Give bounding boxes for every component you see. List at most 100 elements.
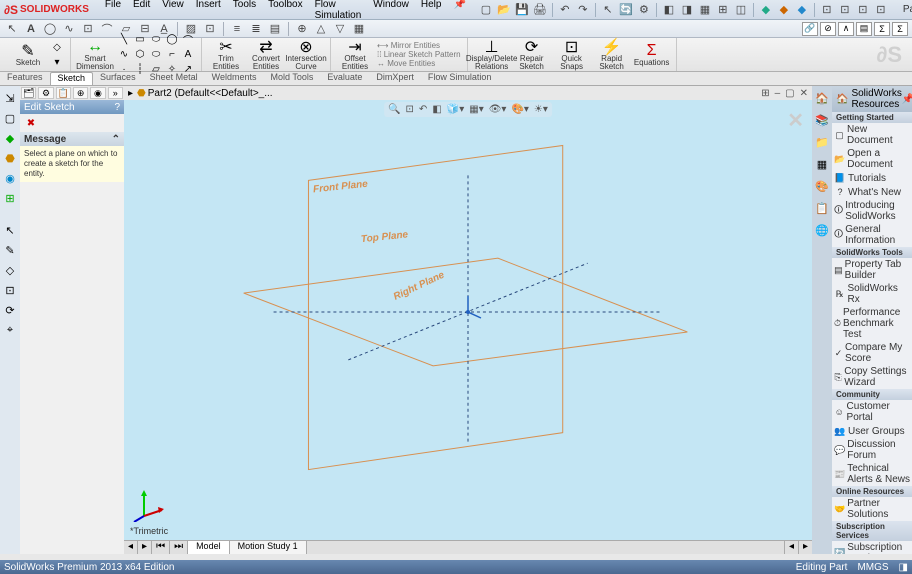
tab-sheet-metal[interactable]: Sheet Metal <box>143 72 205 85</box>
display-delete-relations-button[interactable]: ⊥ Display/DeleteRelations <box>472 38 512 72</box>
slot-icon[interactable]: ⬭ <box>149 33 163 47</box>
intersection-curve-button[interactable]: ⊗ IntersectionCurve <box>286 38 326 72</box>
task-item[interactable]: 🤝Partner Solutions <box>832 497 912 521</box>
weld-icon[interactable]: ⌒ <box>99 21 115 37</box>
cancel-icon[interactable]: ✖ <box>24 116 38 130</box>
fm-overflow-icon[interactable]: » <box>108 87 123 99</box>
layer-icon[interactable]: ▤ <box>267 21 283 37</box>
tool-icon[interactable]: ⊡ <box>819 2 835 18</box>
print-icon[interactable]: 🖨 <box>532 2 548 18</box>
task-item[interactable]: ☺Customer Portal <box>832 400 912 424</box>
tool-icon[interactable]: ◉ <box>2 170 18 186</box>
doc-tab[interactable]: ⬣ Part2 (Default<<Default>_... <box>137 88 273 99</box>
polygon-icon[interactable]: ⬡ <box>133 48 147 62</box>
move-entities[interactable]: ↔ Move Entities <box>377 59 461 68</box>
front-plane-edge[interactable] <box>308 146 562 470</box>
fm-display-icon[interactable]: ◉ <box>90 87 105 99</box>
menu-insert[interactable]: Insert <box>190 0 227 23</box>
menu-tools[interactable]: Tools <box>227 0 262 23</box>
window-split-icon[interactable]: ⊞ <box>761 88 769 99</box>
online-icon[interactable]: 🌐 <box>814 222 830 238</box>
flyout-expand-icon[interactable]: ▸ <box>128 88 137 99</box>
task-item[interactable]: 💬Discussion Forum <box>832 438 912 462</box>
tool-icon[interactable]: ⊡ <box>2 282 18 298</box>
note-icon[interactable]: A <box>23 21 39 37</box>
tool-icon[interactable]: ◧ <box>661 2 677 18</box>
tool-icon[interactable]: ∧ <box>838 22 854 36</box>
view-triad[interactable] <box>132 488 166 522</box>
task-item[interactable]: 🔄Subscription Services <box>832 541 912 554</box>
linked-icon[interactable]: 🔗 <box>802 22 818 36</box>
tab-features[interactable]: Features <box>0 72 50 85</box>
fillet-icon[interactable]: ⌐ <box>165 48 179 62</box>
bottom-tab-nav[interactable]: ⏮ <box>152 541 170 554</box>
table-icon[interactable]: ▦ <box>351 21 367 37</box>
trim-entities-button[interactable]: ✂ TrimEntities <box>206 38 246 72</box>
sigma-icon[interactable]: Σ <box>892 22 908 36</box>
scroll-right-icon[interactable]: ▸ <box>798 541 812 554</box>
menu-window[interactable]: Window <box>367 0 415 23</box>
tool-icon[interactable]: ⊡ <box>855 2 871 18</box>
redo-icon[interactable]: ↷ <box>575 2 591 18</box>
linear-pattern[interactable]: ⁞⁞ Linear Sketch Pattern <box>377 50 461 59</box>
help-icon[interactable]: ? <box>114 102 120 113</box>
rect-icon[interactable]: ▭ <box>133 33 147 47</box>
tab-evaluate[interactable]: Evaluate <box>320 72 369 85</box>
tool-icon[interactable]: ▦ <box>697 2 713 18</box>
select-icon[interactable]: ↖ <box>600 2 616 18</box>
surface-icon[interactable]: ∿ <box>61 21 77 37</box>
task-item[interactable]: 📰Technical Alerts & News <box>832 462 912 486</box>
rebuild-icon[interactable]: 🔄 <box>618 2 634 18</box>
custom-props-icon[interactable]: 📋 <box>814 200 830 216</box>
menu-pin-icon[interactable]: 📌 <box>447 0 471 23</box>
tool-icon[interactable]: ▢ <box>2 110 18 126</box>
tool-icon[interactable]: ⌖ <box>2 322 18 338</box>
undo-icon[interactable]: ↶ <box>557 2 573 18</box>
file-explorer-icon[interactable]: 📁 <box>814 134 830 150</box>
pushpin-icon[interactable]: 📌 <box>902 94 912 105</box>
circle-icon[interactable]: ◯ <box>165 33 179 47</box>
equations-button[interactable]: Σ Equations <box>632 42 672 68</box>
resources-icon[interactable]: 🏠 <box>814 90 830 106</box>
tab-weldments[interactable]: Weldments <box>205 72 264 85</box>
revision-icon[interactable]: ▽ <box>332 21 348 37</box>
line-icon[interactable]: ╲ <box>117 33 131 47</box>
design-library-icon[interactable]: 📚 <box>814 112 830 128</box>
maximize-icon[interactable]: ▢ <box>785 88 794 99</box>
task-item[interactable]: 📂Open a Document <box>832 147 912 171</box>
tab-sketch[interactable]: Sketch <box>50 72 94 85</box>
bottom-tab-nav[interactable]: ⏭ <box>170 541 188 554</box>
fm-prop-icon[interactable]: ⚙ <box>38 87 53 99</box>
tool-icon[interactable]: ◆ <box>2 130 18 146</box>
fm-tree-icon[interactable]: 🗂 <box>21 87 36 99</box>
center-icon[interactable]: ⊕ <box>294 21 310 37</box>
tool-icon[interactable]: ⊡ <box>80 21 96 37</box>
tab-dimxpert[interactable]: DimXpert <box>369 72 421 85</box>
fm-dim-icon[interactable]: ⊕ <box>73 87 88 99</box>
tool-icon[interactable]: ◆ <box>776 2 792 18</box>
task-item[interactable]: 👥User Groups <box>832 424 912 438</box>
appearances-icon[interactable]: 🎨 <box>814 178 830 194</box>
mirror-entities[interactable]: ⟷ Mirror Entities <box>377 41 461 50</box>
tool-icon[interactable]: ⊡ <box>202 21 218 37</box>
offset-entities-button[interactable]: ⇥ OffsetEntities <box>335 38 375 72</box>
minimize-icon[interactable]: – <box>775 88 781 99</box>
bottom-tab-nav[interactable]: ◂ <box>124 541 138 554</box>
scroll-left-icon[interactable]: ◂ <box>784 541 798 554</box>
repair-sketch-button[interactable]: ⟳ RepairSketch <box>512 38 552 72</box>
graphics-area[interactable]: 🔍 ⊡ ↶ ◧ 🧊▾ ▦▾ 👁▾ 🎨▾ ☀▾ ✕ Front Plane Top… <box>124 100 812 540</box>
balloon-icon[interactable]: ◯ <box>42 21 58 37</box>
task-item[interactable]: ?What's New <box>832 185 912 199</box>
task-item[interactable]: ▢New Document <box>832 123 912 147</box>
tab-flow-simulation[interactable]: Flow Simulation <box>421 72 499 85</box>
tool-icon[interactable]: ⇲ <box>2 90 18 106</box>
tab-model[interactable]: Model <box>188 541 230 554</box>
tab-motion-study[interactable]: Motion Study 1 <box>230 541 307 554</box>
tool-icon[interactable]: ⊞ <box>2 190 18 206</box>
menu-edit[interactable]: Edit <box>127 0 156 23</box>
collapse-icon[interactable]: ⌃ <box>112 134 120 145</box>
ellipse-icon[interactable]: ⬭ <box>149 48 163 62</box>
tab-mold-tools[interactable]: Mold Tools <box>263 72 320 85</box>
menu-file[interactable]: File <box>99 0 127 23</box>
save-icon[interactable]: 💾 <box>514 2 530 18</box>
